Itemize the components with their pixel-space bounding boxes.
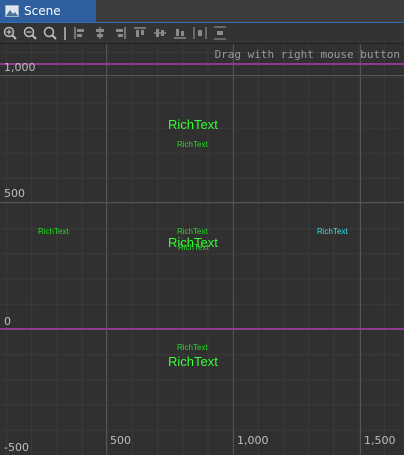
- x-axis-label: 500: [110, 434, 131, 447]
- richtext-node[interactable]: RichText: [168, 117, 218, 132]
- design-bound-bottom: [0, 328, 404, 330]
- zoom-reset-icon: [43, 26, 57, 40]
- y-axis-label: 500: [4, 187, 25, 200]
- align-bottom-icon: [174, 29, 186, 39]
- toolbar-separator: [64, 26, 66, 40]
- distribute-h-icon: [193, 27, 207, 39]
- richtext-node[interactable]: RichText: [168, 354, 218, 369]
- zoom-out-icon: [23, 26, 37, 40]
- tab-label: Scene: [24, 4, 61, 18]
- align-middle-v-icon: [154, 29, 166, 37]
- distribute-v-icon: [214, 26, 226, 40]
- align-bottom-button[interactable]: [170, 24, 190, 42]
- y-axis-label: -500: [4, 441, 29, 454]
- align-right-button[interactable]: [110, 24, 130, 42]
- align-middle-v-button[interactable]: [150, 24, 170, 42]
- grid-line: [106, 44, 107, 455]
- align-center-h-button[interactable]: [90, 24, 110, 42]
- richtext-node[interactable]: RichText: [38, 227, 69, 236]
- align-left-button[interactable]: [70, 24, 90, 42]
- zoom-in-button[interactable]: [0, 24, 20, 42]
- y-axis-label: 1,000: [4, 61, 36, 74]
- zoom-in-icon: [3, 26, 17, 40]
- x-axis-label: 1,500: [364, 434, 396, 447]
- richtext-node[interactable]: RichText: [177, 343, 208, 352]
- distribute-h-button[interactable]: [190, 24, 210, 42]
- scene-viewport[interactable]: Drag with right mouse button 1,000 500 0…: [0, 44, 404, 455]
- viewport-hint: Drag with right mouse button: [214, 48, 400, 61]
- align-center-h-icon: [96, 27, 104, 39]
- design-bound-top: [0, 63, 404, 65]
- align-top-icon: [134, 27, 146, 37]
- tab-bar: Scene: [0, 0, 404, 23]
- distribute-v-button[interactable]: [210, 24, 230, 42]
- align-right-icon: [116, 27, 126, 39]
- zoom-reset-button[interactable]: [40, 24, 60, 42]
- tab-scene[interactable]: Scene: [0, 0, 96, 22]
- grid-line: [360, 44, 361, 455]
- align-top-button[interactable]: [130, 24, 150, 42]
- zoom-out-button[interactable]: [20, 24, 40, 42]
- x-axis-label: 1,000: [237, 434, 269, 447]
- toolbar: [0, 23, 404, 44]
- richtext-node[interactable]: RichText: [177, 140, 208, 149]
- y-axis-label: 0: [4, 315, 11, 328]
- grid-line: [233, 44, 234, 455]
- align-left-icon: [74, 27, 84, 39]
- scene-icon: [5, 5, 19, 17]
- richtext-node[interactable]: RichText: [178, 243, 209, 252]
- richtext-node[interactable]: RichText: [317, 227, 348, 236]
- grid-line: [0, 202, 404, 203]
- grid-line: [0, 75, 404, 76]
